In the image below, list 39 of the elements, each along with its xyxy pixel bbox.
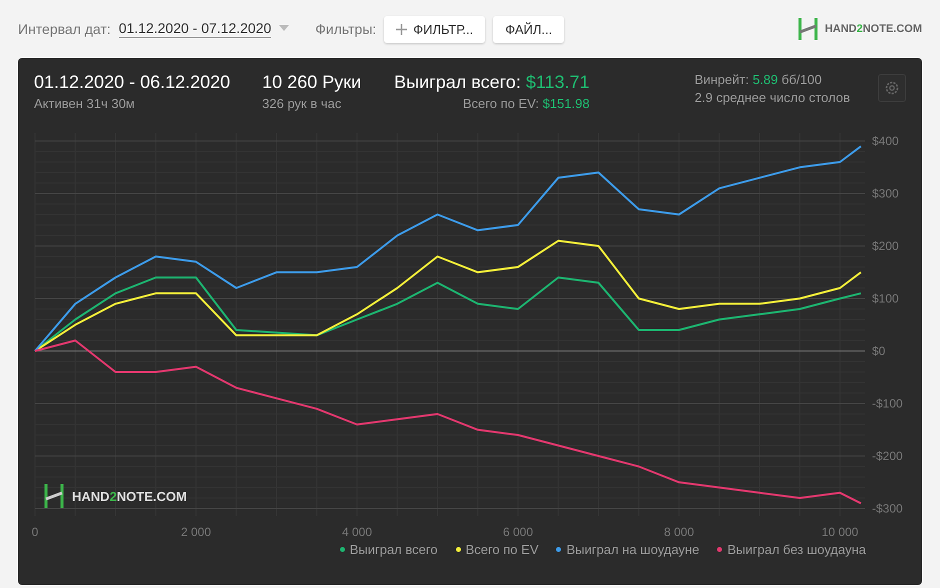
x-axis-label: 6 000 bbox=[502, 525, 534, 539]
filters-label: Фильтры: bbox=[315, 21, 376, 37]
date-range-dropdown[interactable]: 01.12.2020 - 07.12.2020 bbox=[118, 20, 272, 38]
date-range-label: Интервал дат: bbox=[18, 21, 111, 37]
plus-icon bbox=[396, 24, 408, 34]
ev-total-text: Всего по EV: $151.98 bbox=[462, 96, 590, 111]
tables-text: 2.9 среднее число столов bbox=[694, 90, 850, 105]
y-axis-label: $300 bbox=[872, 186, 899, 200]
y-axis-label: $200 bbox=[872, 239, 899, 253]
legend-label[interactable]: Всего по EV bbox=[466, 542, 538, 557]
winrate-text: Винрейт: 5.89 бб/100 bbox=[694, 72, 823, 87]
total-won-text: Выиграл всего: $113.71 bbox=[394, 72, 590, 93]
y-axis-label: $400 bbox=[872, 134, 899, 148]
y-axis-label: -$200 bbox=[872, 449, 903, 463]
x-axis-label: 2 000 bbox=[180, 525, 212, 539]
settings-button[interactable] bbox=[878, 74, 906, 102]
x-axis-label: 4 000 bbox=[342, 525, 372, 539]
settings-icon bbox=[884, 80, 900, 96]
period-text: 01.12.2020 - 06.12.2020 bbox=[34, 72, 230, 93]
logo-icon bbox=[796, 18, 819, 40]
x-axis-label: 0 bbox=[32, 525, 38, 539]
y-axis-label: -$300 bbox=[872, 502, 903, 516]
y-axis-label: $0 bbox=[872, 344, 886, 358]
hands-count: 10 260 Руки bbox=[262, 72, 362, 93]
add-filter-button[interactable]: ФИЛЬТР... bbox=[384, 16, 486, 42]
legend-label[interactable]: Выиграл на шоудауне bbox=[566, 542, 700, 557]
hands-rate-text: 326 рук в час bbox=[262, 96, 342, 111]
active-time-text: Активен 31ч 30м bbox=[34, 96, 136, 111]
legend-label[interactable]: Выиграл без шоудауна bbox=[727, 542, 866, 557]
y-axis-label: $100 bbox=[872, 292, 899, 306]
legend-label[interactable]: Выиграл всего bbox=[350, 542, 438, 557]
x-axis-label: 8 000 bbox=[664, 525, 694, 539]
watermark-logo-icon bbox=[44, 482, 64, 510]
y-axis-label: -$100 bbox=[872, 396, 903, 410]
caret-icon bbox=[279, 25, 290, 31]
logo-text: HAND2NOTE.COM bbox=[824, 23, 922, 35]
watermark-text: HAND2NOTE.COM bbox=[72, 489, 187, 504]
file-button[interactable]: ФАЙЛ... bbox=[493, 16, 564, 42]
x-axis-label: 10 000 bbox=[822, 525, 858, 539]
